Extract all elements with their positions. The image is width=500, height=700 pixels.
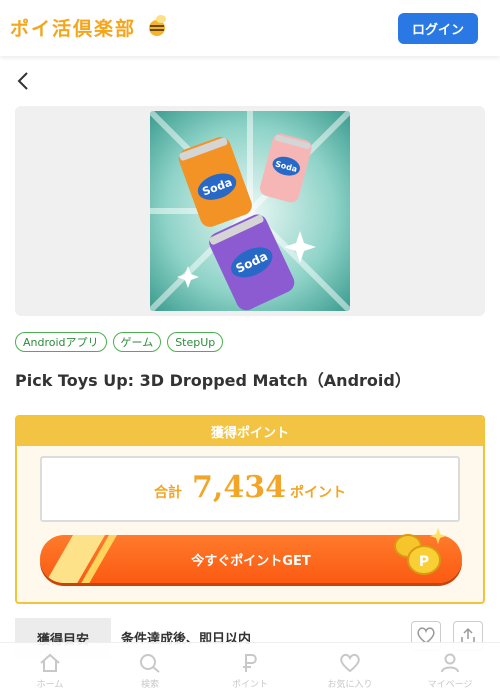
home-icon — [40, 653, 60, 672]
tab-home-label: ホーム — [36, 680, 64, 690]
search-icon — [140, 654, 160, 673]
tag-game[interactable]: ゲーム — [112, 332, 162, 352]
tab-home[interactable]: ホーム — [0, 643, 100, 700]
tab-favorites-label: お気に入り — [327, 680, 373, 690]
tab-mypage[interactable]: マイページ — [400, 643, 500, 700]
tab-search[interactable]: 検索 — [100, 643, 200, 700]
tag-android-app[interactable]: Androidアプリ — [15, 332, 107, 352]
login-button[interactable]: ログイン — [398, 13, 478, 44]
coins-icon: P — [394, 528, 446, 575]
total-label: 合計 — [154, 485, 183, 501]
get-points-label: 今すぐポイントGET — [191, 553, 311, 569]
back-chevron-icon[interactable] — [14, 70, 34, 92]
heart-icon — [340, 653, 360, 673]
app-hero-image: Soda Soda Soda — [150, 111, 350, 311]
total-unit: ポイント — [289, 485, 346, 501]
points-total-box: 合計 7,434 ポイント — [40, 456, 460, 522]
svg-text:P: P — [419, 554, 429, 570]
tab-search-label: 検索 — [140, 680, 159, 690]
user-icon — [441, 653, 459, 673]
app-header: ポイ活倶楽部 ログイン — [0, 0, 500, 56]
bottom-tab-bar: ホーム 検索 ポイント お気に入り マイページ — [0, 642, 500, 700]
tag-stepup[interactable]: StepUp — [167, 332, 224, 352]
offer-title: Pick Toys Up: 3D Dropped Match（Android） — [15, 371, 411, 390]
points-header: 獲得ポイント — [17, 417, 483, 446]
tab-favorites[interactable]: お気に入り — [300, 643, 400, 700]
tab-point[interactable]: ポイント — [200, 643, 300, 700]
tag-list: Androidアプリ ゲーム StepUp — [15, 332, 224, 352]
total-value: 7,434 — [192, 470, 286, 505]
tab-point-label: ポイント — [231, 680, 268, 690]
bee-icon — [149, 15, 166, 36]
tab-mypage-label: マイページ — [427, 680, 473, 690]
site-logo[interactable]: ポイ活倶楽部 — [10, 14, 136, 41]
point-icon — [243, 654, 257, 672]
